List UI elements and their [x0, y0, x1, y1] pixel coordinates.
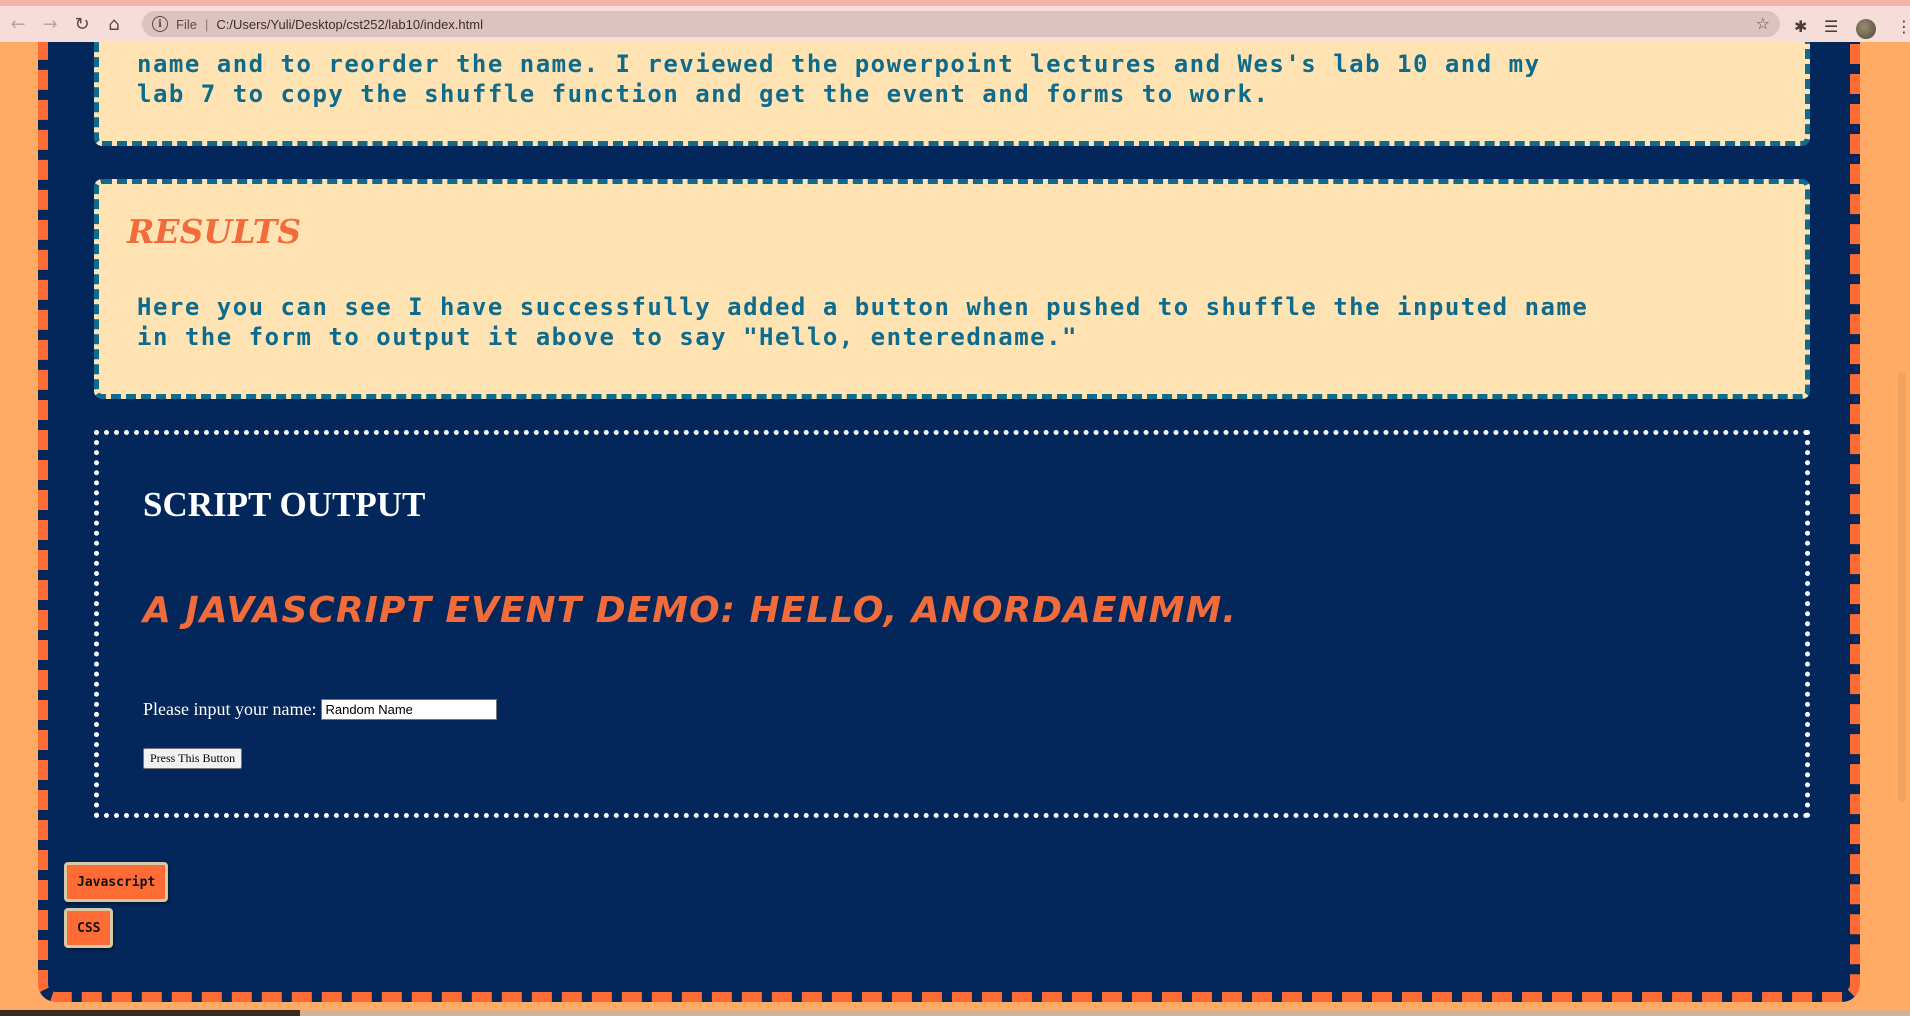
- browser-toolbar: ← → ↻ ⌂ i File | C:/Users/Yuli/Desktop/c…: [0, 6, 1910, 42]
- file-label: File: [176, 16, 197, 32]
- url-text[interactable]: C:/Users/Yuli/Desktop/cst252/lab10/index…: [216, 17, 483, 32]
- address-bar[interactable]: i File | C:/Users/Yuli/Desktop/cst252/la…: [142, 11, 1780, 37]
- results-line: Here you can see I have successfully add…: [137, 293, 1589, 321]
- name-input-label: Please input your name:: [143, 699, 317, 719]
- css-link-button[interactable]: CSS: [64, 908, 114, 948]
- results-card: RESULTS Here you can see I have successf…: [94, 179, 1810, 399]
- scrollbar-thumb[interactable]: [1898, 372, 1906, 802]
- name-input[interactable]: [321, 699, 498, 720]
- home-icon[interactable]: ⌂: [100, 10, 128, 38]
- name-form: Please input your name:: [143, 699, 498, 720]
- summary-line: name and to reorder the name. I reviewed…: [137, 50, 1541, 78]
- shuffle-button[interactable]: Press This Button: [143, 748, 243, 769]
- summary-line: lab 7 to copy the shuffle function and g…: [137, 80, 1270, 108]
- script-output-title: SCRIPT OUTPUT: [143, 485, 426, 524]
- reload-icon[interactable]: ↻: [68, 10, 96, 38]
- script-output-section: SCRIPT OUTPUT A Javascript Event Demo: H…: [94, 430, 1810, 818]
- extensions-icon[interactable]: ✱: [1794, 17, 1807, 36]
- event-demo-text: A Javascript Event Demo: Hello, anordaen…: [143, 590, 1237, 631]
- results-heading: RESULTS: [127, 212, 302, 251]
- summary-card: name and to reorder the name. I reviewed…: [94, 42, 1810, 146]
- javascript-link-button[interactable]: Javascript: [64, 862, 169, 902]
- results-line: in the form to output it above to say "H…: [137, 323, 1079, 351]
- results-text: Here you can see I have successfully add…: [99, 292, 1626, 352]
- bottom-edge-dark: [0, 1010, 300, 1016]
- reading-list-icon[interactable]: ☰: [1824, 17, 1838, 36]
- page-viewport: name and to reorder the name. I reviewed…: [0, 42, 1910, 1016]
- address-separator: |: [204, 16, 209, 32]
- scrollbar[interactable]: [1894, 42, 1910, 1016]
- menu-icon[interactable]: ⋮: [1896, 17, 1910, 36]
- info-icon[interactable]: i: [152, 16, 168, 32]
- forward-icon[interactable]: →: [36, 10, 64, 38]
- back-icon[interactable]: ←: [4, 10, 32, 38]
- avatar[interactable]: [1856, 19, 1876, 39]
- summary-text: name and to reorder the name. I reviewed…: [99, 49, 1579, 109]
- star-icon[interactable]: ☆: [1756, 14, 1770, 33]
